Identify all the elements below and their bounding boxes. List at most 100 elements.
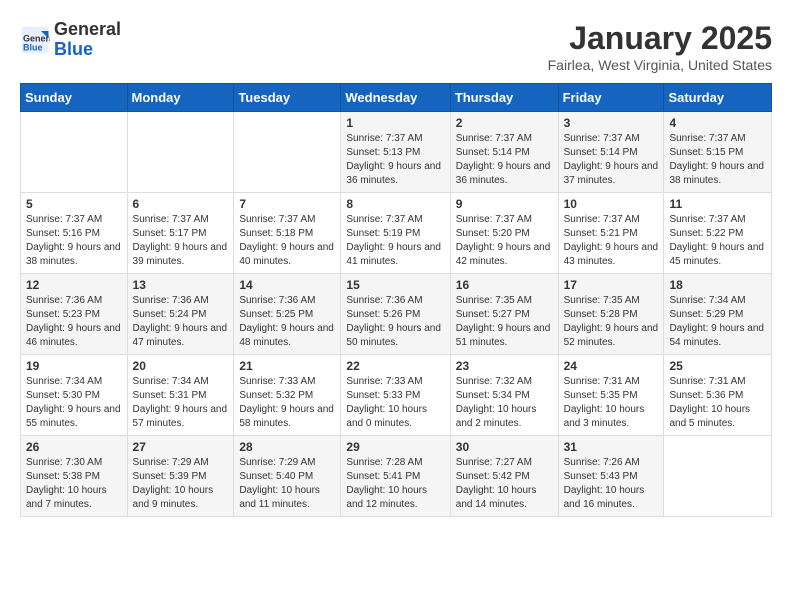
- day-detail: Sunrise: 7:34 AM Sunset: 5:30 PM Dayligh…: [26, 375, 122, 431]
- calendar-cell: 21 Sunrise: 7:33 AM Sunset: 5:32 PM Dayli…: [234, 355, 341, 436]
- weekday-header-friday: Friday: [558, 84, 664, 112]
- day-detail: Sunrise: 7:37 AM Sunset: 5:13 PM Dayligh…: [346, 132, 444, 188]
- calendar-cell: [21, 112, 128, 193]
- calendar-cell: 31 Sunrise: 7:26 AM Sunset: 5:43 PM Dayli…: [558, 436, 664, 517]
- calendar-cell: [234, 112, 341, 193]
- day-number: 10: [564, 197, 659, 211]
- calendar-cell: 12Sunrise: 7:36 AM Sunset: 5:23 PM Dayli…: [21, 274, 128, 355]
- day-number: 11: [669, 197, 766, 211]
- day-detail: Sunrise: 7:28 AM Sunset: 5:41 PM Dayligh…: [346, 456, 444, 512]
- calendar-cell: 10 Sunrise: 7:37 AM Sunset: 5:21 PM Dayli…: [558, 193, 664, 274]
- week-row-5: 26 Sunrise: 7:30 AM Sunset: 5:38 PM Dayli…: [21, 436, 772, 517]
- calendar-cell: 29 Sunrise: 7:28 AM Sunset: 5:41 PM Dayli…: [341, 436, 450, 517]
- day-detail: Sunrise: 7:37 AM Sunset: 5:14 PM Dayligh…: [564, 132, 659, 188]
- day-number: 12: [26, 278, 122, 292]
- day-number: 19: [26, 359, 122, 373]
- calendar-cell: [664, 436, 772, 517]
- logo-icon: General Blue: [20, 25, 50, 55]
- weekday-header-saturday: Saturday: [664, 84, 772, 112]
- day-detail: Sunrise: 7:37 AM Sunset: 5:20 PM Dayligh…: [456, 213, 553, 269]
- day-number: 7: [239, 197, 335, 211]
- calendar-cell: 1 Sunrise: 7:37 AM Sunset: 5:13 PM Daylig…: [341, 112, 450, 193]
- day-detail: Sunrise: 7:33 AM Sunset: 5:33 PM Dayligh…: [346, 375, 444, 431]
- day-number: 9: [456, 197, 553, 211]
- day-number: 1: [346, 116, 444, 130]
- calendar-cell: 22 Sunrise: 7:33 AM Sunset: 5:33 PM Dayli…: [341, 355, 450, 436]
- calendar-cell: 5Sunrise: 7:37 AM Sunset: 5:16 PM Daylig…: [21, 193, 128, 274]
- day-number: 25: [669, 359, 766, 373]
- day-number: 16: [456, 278, 553, 292]
- day-number: 18: [669, 278, 766, 292]
- day-number: 4: [669, 116, 766, 130]
- title-area: January 2025 Fairlea, West Virginia, Uni…: [548, 20, 772, 73]
- day-detail: Sunrise: 7:33 AM Sunset: 5:32 PM Dayligh…: [239, 375, 335, 431]
- day-number: 31: [564, 440, 659, 454]
- subtitle: Fairlea, West Virginia, United States: [548, 57, 772, 73]
- day-detail: Sunrise: 7:37 AM Sunset: 5:14 PM Dayligh…: [456, 132, 553, 188]
- calendar-cell: 18Sunrise: 7:34 AM Sunset: 5:29 PM Dayli…: [664, 274, 772, 355]
- calendar-cell: 9 Sunrise: 7:37 AM Sunset: 5:20 PM Daylig…: [450, 193, 558, 274]
- week-row-3: 12Sunrise: 7:36 AM Sunset: 5:23 PM Dayli…: [21, 274, 772, 355]
- day-number: 29: [346, 440, 444, 454]
- weekday-header-wednesday: Wednesday: [341, 84, 450, 112]
- calendar-cell: 13Sunrise: 7:36 AM Sunset: 5:24 PM Dayli…: [127, 274, 234, 355]
- svg-text:Blue: Blue: [23, 42, 43, 52]
- calendar-cell: 17 Sunrise: 7:35 AM Sunset: 5:28 PM Dayli…: [558, 274, 664, 355]
- calendar-title: January 2025: [548, 20, 772, 57]
- calendar-cell: 8Sunrise: 7:37 AM Sunset: 5:19 PM Daylig…: [341, 193, 450, 274]
- weekday-header-tuesday: Tuesday: [234, 84, 341, 112]
- day-detail: Sunrise: 7:37 AM Sunset: 5:15 PM Dayligh…: [669, 132, 766, 188]
- calendar-table: SundayMondayTuesdayWednesdayThursdayFrid…: [20, 83, 772, 517]
- calendar-cell: 2 Sunrise: 7:37 AM Sunset: 5:14 PM Daylig…: [450, 112, 558, 193]
- logo-text: General Blue: [54, 20, 121, 60]
- day-number: 8: [346, 197, 444, 211]
- weekday-header-thursday: Thursday: [450, 84, 558, 112]
- day-number: 27: [133, 440, 229, 454]
- day-detail: Sunrise: 7:31 AM Sunset: 5:35 PM Dayligh…: [564, 375, 659, 431]
- calendar-cell: 26 Sunrise: 7:30 AM Sunset: 5:38 PM Dayli…: [21, 436, 128, 517]
- calendar-cell: 27Sunrise: 7:29 AM Sunset: 5:39 PM Dayli…: [127, 436, 234, 517]
- calendar-cell: 11 Sunrise: 7:37 AM Sunset: 5:22 PM Dayli…: [664, 193, 772, 274]
- day-number: 30: [456, 440, 553, 454]
- calendar-cell: 19 Sunrise: 7:34 AM Sunset: 5:30 PM Dayli…: [21, 355, 128, 436]
- calendar-cell: 15 Sunrise: 7:36 AM Sunset: 5:26 PM Dayli…: [341, 274, 450, 355]
- day-number: 23: [456, 359, 553, 373]
- day-number: 20: [133, 359, 229, 373]
- day-detail: Sunrise: 7:37 AM Sunset: 5:18 PM Dayligh…: [239, 213, 335, 269]
- calendar-cell: 3Sunrise: 7:37 AM Sunset: 5:14 PM Daylig…: [558, 112, 664, 193]
- day-detail: Sunrise: 7:31 AM Sunset: 5:36 PM Dayligh…: [669, 375, 766, 431]
- calendar-cell: 7 Sunrise: 7:37 AM Sunset: 5:18 PM Daylig…: [234, 193, 341, 274]
- day-number: 21: [239, 359, 335, 373]
- day-detail: Sunrise: 7:36 AM Sunset: 5:26 PM Dayligh…: [346, 294, 444, 350]
- calendar-cell: [127, 112, 234, 193]
- day-number: 14: [239, 278, 335, 292]
- calendar-cell: 6Sunrise: 7:37 AM Sunset: 5:17 PM Daylig…: [127, 193, 234, 274]
- day-number: 2: [456, 116, 553, 130]
- day-number: 24: [564, 359, 659, 373]
- weekday-header-monday: Monday: [127, 84, 234, 112]
- weekday-header-row: SundayMondayTuesdayWednesdayThursdayFrid…: [21, 84, 772, 112]
- day-number: 26: [26, 440, 122, 454]
- calendar-cell: 16Sunrise: 7:35 AM Sunset: 5:27 PM Dayli…: [450, 274, 558, 355]
- day-detail: Sunrise: 7:35 AM Sunset: 5:28 PM Dayligh…: [564, 294, 659, 350]
- calendar-body: 1 Sunrise: 7:37 AM Sunset: 5:13 PM Daylig…: [21, 112, 772, 517]
- logo: General Blue General Blue: [20, 20, 121, 60]
- day-number: 13: [133, 278, 229, 292]
- calendar-cell: 20Sunrise: 7:34 AM Sunset: 5:31 PM Dayli…: [127, 355, 234, 436]
- header: General Blue General Blue January 2025 F…: [20, 20, 772, 73]
- day-number: 15: [346, 278, 444, 292]
- day-detail: Sunrise: 7:26 AM Sunset: 5:43 PM Dayligh…: [564, 456, 659, 512]
- day-detail: Sunrise: 7:37 AM Sunset: 5:17 PM Dayligh…: [133, 213, 229, 269]
- day-number: 17: [564, 278, 659, 292]
- calendar-header: SundayMondayTuesdayWednesdayThursdayFrid…: [21, 84, 772, 112]
- day-detail: Sunrise: 7:29 AM Sunset: 5:40 PM Dayligh…: [239, 456, 335, 512]
- day-number: 22: [346, 359, 444, 373]
- day-detail: Sunrise: 7:37 AM Sunset: 5:21 PM Dayligh…: [564, 213, 659, 269]
- day-number: 28: [239, 440, 335, 454]
- day-detail: Sunrise: 7:30 AM Sunset: 5:38 PM Dayligh…: [26, 456, 122, 512]
- calendar-cell: 14Sunrise: 7:36 AM Sunset: 5:25 PM Dayli…: [234, 274, 341, 355]
- day-detail: Sunrise: 7:37 AM Sunset: 5:22 PM Dayligh…: [669, 213, 766, 269]
- day-detail: Sunrise: 7:27 AM Sunset: 5:42 PM Dayligh…: [456, 456, 553, 512]
- day-detail: Sunrise: 7:37 AM Sunset: 5:16 PM Dayligh…: [26, 213, 122, 269]
- week-row-1: 1 Sunrise: 7:37 AM Sunset: 5:13 PM Daylig…: [21, 112, 772, 193]
